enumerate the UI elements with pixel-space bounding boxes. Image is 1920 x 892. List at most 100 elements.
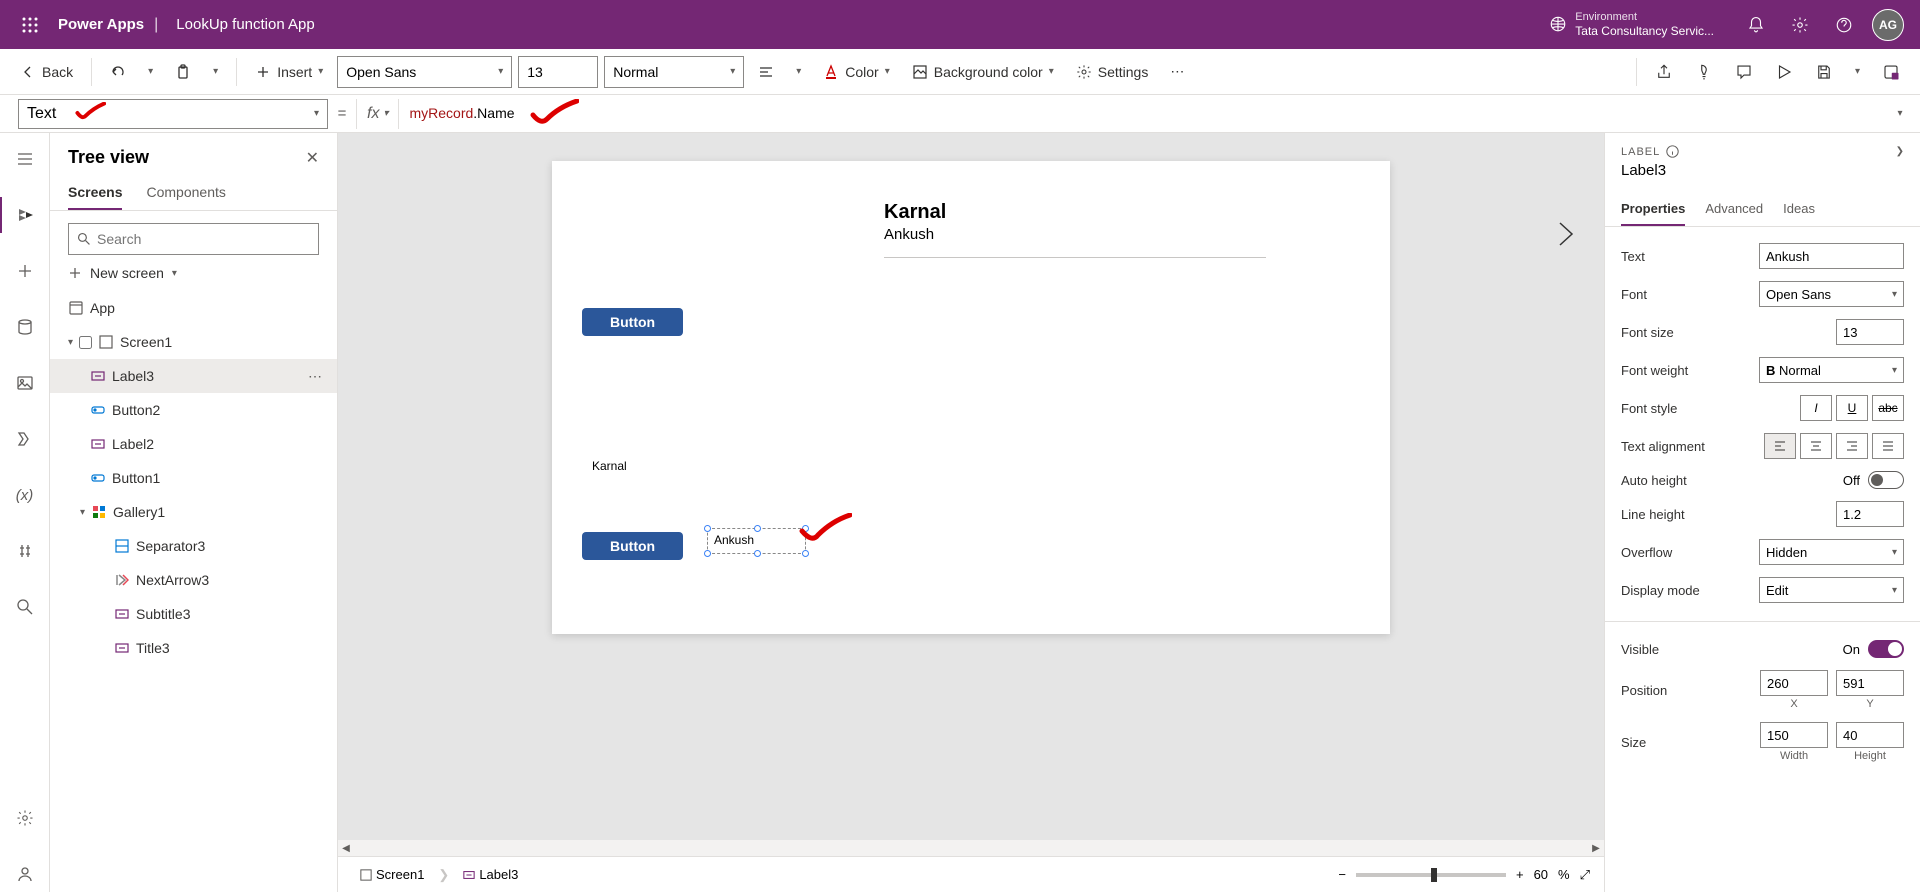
font-size-input[interactable]	[518, 56, 598, 88]
autoheight-toggle[interactable]	[1868, 471, 1904, 489]
notifications-icon[interactable]	[1734, 0, 1778, 49]
crumb-screen1[interactable]: Screen1	[352, 863, 432, 886]
tree-item-app[interactable]: App	[50, 291, 337, 325]
tree-item-button2[interactable]: Button2	[50, 393, 337, 427]
tree-view-icon[interactable]	[0, 197, 50, 233]
align-dropdown[interactable]: ▾	[788, 60, 809, 83]
tab-components[interactable]: Components	[146, 176, 225, 210]
app-name[interactable]: Power Apps	[58, 16, 144, 33]
tab-properties[interactable]: Properties	[1621, 193, 1685, 226]
variables-icon[interactable]: (x)	[0, 477, 50, 513]
tree-item-label2[interactable]: Label2	[50, 427, 337, 461]
prop-fontsize-input[interactable]	[1836, 319, 1904, 345]
info-icon[interactable]	[1666, 145, 1679, 158]
align-button[interactable]	[750, 58, 782, 86]
bgcolor-button[interactable]: Background color ▾	[904, 58, 1062, 86]
prop-x-input[interactable]	[1760, 670, 1828, 696]
canvas-button2[interactable]: Button	[582, 532, 683, 560]
back-button[interactable]: Back	[12, 58, 81, 86]
advanced-tools-icon[interactable]	[0, 533, 50, 569]
user-avatar[interactable]: AG	[1866, 0, 1910, 49]
preview-button[interactable]	[1767, 57, 1801, 87]
prop-y-input[interactable]	[1836, 670, 1904, 696]
more-icon[interactable]: ⋯	[308, 368, 323, 385]
tree-item-screen1[interactable]: ▾ Screen1	[50, 325, 337, 359]
control-name[interactable]: Label3	[1621, 162, 1904, 179]
prop-overflow-select[interactable]: Hidden▾	[1759, 539, 1904, 565]
prop-font-select[interactable]: Open Sans▾	[1759, 281, 1904, 307]
formula-expand-button[interactable]: ▾	[1880, 108, 1920, 119]
media-icon[interactable]	[0, 365, 50, 401]
search-rail-icon[interactable]	[0, 589, 50, 625]
tree-item-button1[interactable]: Button1	[50, 461, 337, 495]
virtual-agent-icon[interactable]	[0, 856, 50, 892]
tree-search[interactable]	[68, 223, 319, 255]
color-button[interactable]: Color ▾	[815, 58, 898, 86]
font-weight-select[interactable]: Normal ▾	[604, 56, 744, 88]
paste-button[interactable]	[167, 58, 199, 86]
zoom-out-button[interactable]: −	[1338, 867, 1346, 882]
prop-text-input[interactable]	[1759, 243, 1904, 269]
formula-input[interactable]: myRecord.Name	[399, 105, 1880, 122]
underline-button[interactable]: U	[1836, 395, 1868, 421]
visible-toggle[interactable]	[1868, 640, 1904, 658]
fx-button[interactable]: fx ▾	[356, 99, 399, 129]
align-left-button[interactable]	[1764, 433, 1796, 459]
undo-dropdown[interactable]: ▾	[140, 60, 161, 83]
fit-screen-button[interactable]: ⤢	[1580, 867, 1590, 883]
insert-button[interactable]: Insert ▾	[247, 58, 331, 86]
font-select[interactable]: Open Sans ▾	[337, 56, 512, 88]
undo-button[interactable]	[102, 58, 134, 86]
help-icon[interactable]	[1822, 0, 1866, 49]
tree-item-gallery1[interactable]: ▾ Gallery1	[50, 495, 337, 529]
strike-button[interactable]: abc	[1872, 395, 1904, 421]
tree-item-nextarrow3[interactable]: NextArrow3	[50, 563, 337, 597]
settings-rail-icon[interactable]	[0, 800, 50, 836]
next-arrow-icon[interactable]	[1556, 219, 1576, 249]
tab-advanced[interactable]: Advanced	[1705, 193, 1763, 226]
prop-lineheight-input[interactable]	[1836, 501, 1904, 527]
data-icon[interactable]	[0, 309, 50, 345]
app-canvas[interactable]: Karnal Ankush Button Karnal Button Ankus…	[552, 161, 1390, 634]
prop-width-input[interactable]	[1760, 722, 1828, 748]
hamburger-icon[interactable]	[0, 141, 50, 177]
checker-button[interactable]	[1687, 57, 1721, 87]
zoom-slider[interactable]	[1356, 873, 1506, 877]
crumb-label3[interactable]: Label3	[455, 863, 526, 886]
waffle-icon[interactable]	[10, 17, 50, 33]
align-justify-button[interactable]	[1872, 433, 1904, 459]
more-button[interactable]: ⋯	[1162, 57, 1192, 86]
share-button[interactable]	[1647, 57, 1681, 87]
property-selector[interactable]: Text ▾	[18, 99, 328, 129]
insert-icon[interactable]	[0, 253, 50, 289]
align-right-button[interactable]	[1836, 433, 1868, 459]
settings-icon[interactable]	[1778, 0, 1822, 49]
save-dropdown[interactable]: ▾	[1847, 60, 1868, 83]
environment-picker[interactable]: Environment Tata Consultancy Servic...	[1549, 11, 1714, 39]
canvas-button1[interactable]: Button	[582, 308, 683, 336]
comments-button[interactable]	[1727, 57, 1761, 87]
new-screen-button[interactable]: New screen ▾	[50, 255, 337, 291]
save-button[interactable]	[1807, 57, 1841, 87]
selected-label3[interactable]: Ankush	[707, 528, 806, 554]
tree-item-separator3[interactable]: Separator3	[50, 529, 337, 563]
screen-checkbox[interactable]	[79, 336, 92, 349]
tree-item-title3[interactable]: Title3	[50, 631, 337, 665]
prop-displaymode-select[interactable]: Edit▾	[1759, 577, 1904, 603]
horizontal-scrollbar[interactable]: ◀▶	[338, 840, 1604, 856]
chevron-down-icon[interactable]: ▾	[68, 337, 73, 348]
chevron-down-icon[interactable]: ▾	[80, 507, 85, 518]
collapse-icon[interactable]: ❯	[1896, 146, 1904, 157]
file-name[interactable]: LookUp function App	[176, 16, 314, 33]
search-input[interactable]	[97, 231, 310, 247]
close-icon[interactable]: ✕	[306, 148, 319, 168]
tree-item-label3[interactable]: Label3 ⋯	[50, 359, 337, 393]
prop-fontweight-select[interactable]: B Normal▾	[1759, 357, 1904, 383]
settings-button[interactable]: Settings	[1068, 58, 1157, 86]
publish-button[interactable]	[1874, 57, 1908, 87]
tab-ideas[interactable]: Ideas	[1783, 193, 1815, 226]
italic-button[interactable]: I	[1800, 395, 1832, 421]
tree-item-subtitle3[interactable]: Subtitle3	[50, 597, 337, 631]
power-automate-icon[interactable]	[0, 421, 50, 457]
prop-height-input[interactable]	[1836, 722, 1904, 748]
